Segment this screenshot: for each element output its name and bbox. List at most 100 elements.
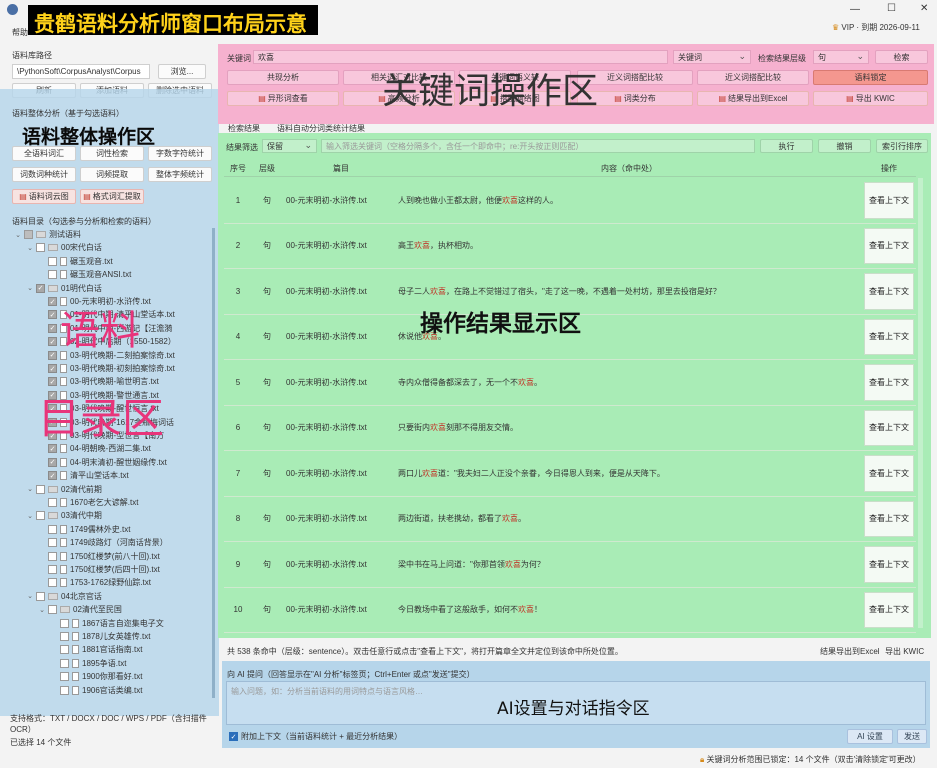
export-kwic-link[interactable]: 导出 KWIC [885, 646, 924, 657]
view-context-button[interactable]: 查看上下文 [864, 591, 914, 628]
header-op[interactable]: 操作 [862, 160, 916, 176]
view-context-button[interactable]: 查看上下文 [864, 500, 914, 537]
checkbox-icon[interactable]: ✓ [48, 471, 57, 481]
tree-folder[interactable]: ⌄ 02清代前期 [26, 483, 102, 496]
chevron-down-icon[interactable]: ⌄ [26, 512, 34, 520]
filter-mode-select[interactable]: 保留 [262, 139, 317, 153]
checkbox-icon[interactable] [48, 498, 57, 507]
view-context-button[interactable]: 查看上下文 [864, 364, 914, 401]
mode-select[interactable]: 关键词 [673, 50, 751, 64]
view-context-button[interactable]: 查看上下文 [864, 182, 914, 219]
checkbox-icon[interactable] [48, 524, 57, 534]
tree-file[interactable]: ✓ 03-明代晚期-初刻拍案惊奇.txt [38, 362, 175, 375]
ai-settings-button[interactable]: AI 设置 [847, 729, 893, 744]
tree-file[interactable]: 1749儒林外史.txt [38, 523, 130, 536]
tree-folder[interactable]: ⌄ 03清代中期 [26, 509, 102, 522]
header-content[interactable]: 内容（命中处） [398, 160, 860, 176]
overall-btn-3[interactable]: 词数词种统计 [12, 167, 76, 182]
view-context-button[interactable]: 查看上下文 [864, 455, 914, 492]
table-row[interactable]: 1 句 00-元末明初-水浒传.txt 人到晚也做小王都太尉，他便 欢喜 这样的人。 查看上… [224, 178, 916, 224]
tree-file[interactable]: 1900你那看好.txt [50, 670, 142, 683]
checkbox-icon[interactable]: ✓ [48, 364, 57, 373]
checkbox-icon[interactable] [60, 645, 69, 655]
tree-file[interactable]: 1750红楼梦(前八十回).txt [38, 550, 160, 563]
chevron-down-icon[interactable]: ⌄ [38, 606, 46, 614]
browse-button[interactable]: 浏览... [158, 64, 206, 79]
checkbox-icon[interactable] [60, 632, 69, 641]
tree-file[interactable]: 1753-1762绿野仙踪.txt [38, 576, 151, 589]
table-scrollbar[interactable] [918, 178, 923, 628]
view-context-button[interactable]: 查看上下文 [864, 318, 914, 355]
tree-file[interactable]: 1895争语.txt [50, 657, 126, 670]
table-row[interactable]: 7 句 00-元末明初-水浒传.txt 两口儿 欢喜 道："我夫妇二人正没个亲眷，今日得恩… [224, 451, 916, 497]
header-no[interactable]: 序号 [228, 160, 248, 176]
kw-row2-btn-5[interactable]: ▤ 导出 KWIC [813, 91, 928, 106]
corpus-path-field[interactable]: \PythonSoft\CorpusAnalyst\Corpus [12, 64, 150, 79]
overall-btn-5[interactable]: 整体字频统计 [148, 167, 212, 182]
tree-file[interactable]: 1878儿女英雄传.txt [50, 630, 150, 643]
checkbox-icon[interactable] [36, 511, 45, 521]
table-row[interactable]: 9 句 00-元末明初-水浒传.txt 梁中书在马上问道："你那首领 欢喜 为何？ 查看上下… [224, 542, 916, 588]
corpus-lock-button[interactable]: 语料锁定 [813, 70, 928, 85]
tree-folder[interactable]: ⌄ ✓ 01明代白话 [26, 282, 102, 295]
ai-send-button[interactable]: 发送 [897, 729, 927, 744]
view-context-button[interactable]: 查看上下文 [864, 273, 914, 310]
undo-button[interactable]: 撤销 [818, 139, 871, 153]
tree-file[interactable]: 碾玉观音.txt [38, 255, 113, 268]
checkbox-icon[interactable] [60, 618, 69, 628]
kw-row2-btn-0[interactable]: ▤ 异形词查看 [227, 91, 339, 106]
table-row[interactable]: 6 句 00-元末明初-水浒传.txt 只要街内 欢喜 刻那不得朋友交情。 查看上下文 [224, 406, 916, 451]
tree-folder[interactable]: ⌄ 02清代至民国 [38, 603, 122, 616]
checkbox-icon[interactable]: ✓ [48, 323, 57, 333]
table-row[interactable]: 2 句 00-元末明初-水浒传.txt 高王 欢喜 ，执杯相劝。 查看上下文 [224, 224, 916, 269]
filter-input[interactable]: 输入筛选关键词（空格分隔多个，含任一个即命中；re:开头按正则匹配） [321, 139, 755, 153]
tree-file[interactable]: ✓ 清平山堂话本.txt [38, 469, 129, 482]
kw-row2-btn-4[interactable]: ▤ 结果导出到Excel [697, 91, 809, 106]
tree-file[interactable]: ✓ 04-明末清初-醒世姻缘传.txt [38, 456, 167, 469]
view-context-button[interactable]: 查看上下文 [864, 227, 914, 264]
tree-file[interactable]: 1906官话类编.txt [50, 684, 142, 697]
kw-row1-btn-4[interactable]: 近义词搭配比较 [697, 70, 809, 85]
tree-file[interactable]: 1867语言自迩集电子文 [50, 617, 164, 630]
checkbox-icon[interactable]: ✓ [36, 283, 45, 293]
tree-file[interactable]: 1670老乞大谚解.txt [38, 496, 138, 509]
checkbox-icon[interactable]: ✓ [229, 732, 238, 741]
tree-file[interactable]: 1881官话指南.txt [50, 643, 142, 656]
checkbox-icon[interactable]: ✓ [48, 457, 57, 467]
checkbox-icon[interactable] [48, 565, 57, 574]
checkbox-icon[interactable] [48, 551, 57, 561]
overall-btn-2[interactable]: 字数字符统计 [148, 146, 212, 161]
tree-scrollbar[interactable] [212, 228, 215, 698]
chevron-down-icon[interactable]: ⌄ [26, 284, 34, 292]
checkbox-icon[interactable] [48, 256, 57, 266]
overall-btn-4[interactable]: 词频提取 [80, 167, 144, 182]
table-row[interactable]: 5 句 00-元末明初-水浒传.txt 寺内众僧得备都深去了，无一个不 欢喜。查看上下文 [224, 360, 916, 406]
header-level[interactable]: 层级 [256, 160, 278, 176]
checkbox-icon[interactable] [24, 230, 33, 239]
table-row[interactable]: 8 句 00-元末明初-水浒传.txt 两边街道，扶老携幼，都看了 欢喜。查看上下文 [224, 497, 916, 542]
tree-file[interactable]: 1750红楼梦(后四十回).txt [38, 563, 160, 576]
tree-folder[interactable]: ⌄ 00宋代白话 [26, 241, 102, 254]
minimize-icon[interactable]: — [850, 4, 860, 15]
sort-button[interactable]: 索引行排序 [876, 139, 928, 153]
chevron-down-icon[interactable]: ⌄ [26, 485, 34, 493]
view-context-button[interactable]: 查看上下文 [864, 546, 914, 583]
tree-folder[interactable]: ⌄ 04北京官话 [26, 590, 102, 603]
level-select[interactable]: 句 [813, 50, 869, 64]
menu-help[interactable]: 帮助 [12, 27, 28, 38]
checkbox-icon[interactable] [60, 685, 69, 695]
wordcloud-button[interactable]: ▤ 语料词云图 [12, 189, 76, 204]
checkbox-icon[interactable] [60, 672, 69, 682]
chevron-down-icon[interactable]: ⌄ [14, 231, 22, 239]
checkbox-icon[interactable] [60, 658, 69, 668]
table-row[interactable]: 10 句 00-元末明初-水浒传.txt 今日教场中看了这般敌手，如何不 欢喜！查看上下… [224, 588, 916, 633]
checkbox-icon[interactable]: ✓ [48, 297, 57, 306]
view-context-button[interactable]: 查看上下文 [864, 409, 914, 446]
chevron-down-icon[interactable]: ⌄ [26, 244, 34, 252]
checkbox-icon[interactable] [36, 591, 45, 601]
checkbox-icon[interactable] [48, 538, 57, 548]
checkbox-icon[interactable]: ✓ [48, 350, 57, 360]
export-excel-link[interactable]: 结果导出到Excel [820, 646, 880, 657]
chevron-down-icon[interactable]: ⌄ [26, 592, 34, 600]
checkbox-icon[interactable] [48, 578, 57, 588]
